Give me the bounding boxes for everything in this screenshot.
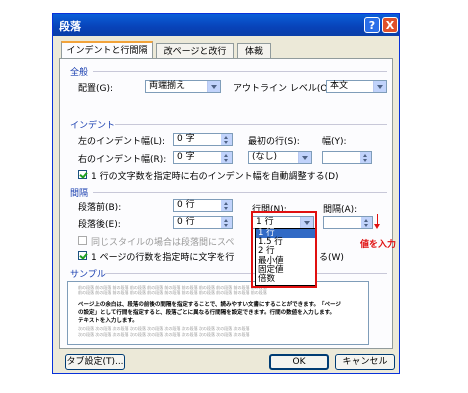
annotation-arrow-head — [374, 224, 380, 232]
cancel-button[interactable]: キャンセル — [335, 354, 395, 370]
alignment-select[interactable]: 両端揃え — [145, 80, 221, 93]
first-line-label: 最初の行(S): — [248, 137, 300, 147]
paragraph-dialog: 段落 ? X インデントと行間隔 改ページと改行 体裁 全般 配置(G): 両端… — [52, 13, 400, 374]
indent-divider — [115, 124, 387, 125]
preview-main-text-2: の設定」として行間を指定すると、段落ごとに異なる行間隔を設定できます。行間の数値… — [78, 310, 336, 316]
space-after-field[interactable]: 0 行 — [173, 216, 233, 229]
right-indent-field[interactable]: 0 字 — [173, 151, 233, 164]
spacing-divider — [93, 192, 387, 193]
space-before-field[interactable]: 0 行 — [173, 199, 233, 212]
spinner-icon[interactable] — [361, 217, 372, 228]
first-line-value: (なし) — [252, 152, 278, 162]
spacing-heading: 間隔 — [70, 189, 89, 199]
same-style-checkbox[interactable] — [78, 236, 87, 245]
width-label: 幅(Y): — [322, 137, 347, 147]
auto-adjust-label: 1 行の文字数を指定時に右のインデント幅を自動調整する(D) — [91, 172, 339, 182]
ok-button[interactable]: OK — [269, 354, 329, 370]
preview-main-text-1: ページ上の余白は、段落の前後の間隔を指定することで、読みやすい文書にすることがで… — [78, 302, 341, 308]
tab-indent-spacing[interactable]: インデントと行間隔 — [61, 41, 153, 59]
snap-to-grid-checkbox[interactable] — [78, 251, 87, 260]
alignment-value: 両端揃え — [149, 81, 186, 91]
alignment-label: 配置(G): — [78, 84, 114, 94]
preview-main-text-3: テキストを入力します。 — [78, 318, 138, 324]
preview-heading: サンプル — [70, 270, 106, 280]
left-indent-value: 0 字 — [177, 134, 195, 144]
spacing-at-field[interactable] — [323, 216, 373, 229]
chevron-down-icon — [207, 81, 220, 92]
right-indent-label: 右のインデント幅(R): — [78, 155, 167, 165]
preview-divider — [105, 273, 387, 274]
same-style-label: 同じスタイルの場合は段落間にスペ — [91, 238, 235, 248]
close-button[interactable]: X — [382, 17, 398, 33]
tab-line-page-breaks[interactable]: 改ページと改行 — [156, 43, 234, 59]
right-indent-value: 0 字 — [177, 152, 195, 162]
outline-level-label: アウトライン レベル(O): — [233, 84, 335, 94]
first-line-select[interactable]: (なし) — [248, 151, 312, 164]
chevron-down-icon — [373, 81, 386, 92]
space-before-value: 0 行 — [177, 200, 195, 210]
spacing-at-label: 間隔(A): — [323, 205, 358, 215]
outline-level-value: 本文 — [330, 81, 349, 91]
snap-to-grid-label: 1 ページの行数を指定時に文字を行 — [91, 253, 235, 263]
preview-before-text-2: 前の段落 前の段落 前の段落 前の段落 前の段落 前の段落 前の段落 前の段落 … — [78, 290, 267, 295]
width-field[interactable] — [322, 151, 372, 164]
outline-level-select[interactable]: 本文 — [326, 80, 387, 93]
space-after-label: 段落後(E): — [78, 220, 121, 230]
chevron-down-icon — [298, 152, 311, 163]
spinner-icon[interactable] — [360, 152, 371, 163]
space-before-label: 段落前(B): — [78, 203, 122, 213]
general-heading: 全般 — [70, 68, 89, 78]
indent-heading: インデント — [70, 121, 116, 131]
auto-adjust-checkbox[interactable] — [78, 170, 87, 179]
annotation-text: 値を入力 — [360, 240, 397, 250]
general-divider — [93, 71, 387, 72]
spinner-icon[interactable] — [221, 152, 232, 163]
tab-asian-typography[interactable]: 体裁 — [237, 43, 271, 59]
spinner-icon[interactable] — [221, 217, 232, 228]
preview-after-text-2: 次の段落 次の段落 次の段落 次の段落 次の段落 次の段落 次の段落 次の段落 … — [78, 332, 250, 337]
highlight-frame — [251, 211, 317, 288]
left-indent-field[interactable]: 0 字 — [173, 133, 233, 146]
title-bar: 段落 ? X — [53, 14, 399, 36]
tabs-button[interactable]: タブ設定(T)... — [65, 354, 125, 370]
snap-to-grid-label-tail: る(W) — [319, 253, 344, 263]
spinner-icon[interactable] — [221, 200, 232, 211]
space-after-value: 0 行 — [177, 217, 195, 227]
help-button[interactable]: ? — [364, 17, 380, 33]
preview-box: 前の段落 前の段落 前の段落 前の段落 前の段落 前の段落 前の段落 前の段落 … — [67, 281, 369, 345]
spinner-icon[interactable] — [221, 134, 232, 145]
dialog-title: 段落 — [59, 20, 81, 33]
left-indent-label: 左のインデント幅(L): — [78, 137, 166, 147]
